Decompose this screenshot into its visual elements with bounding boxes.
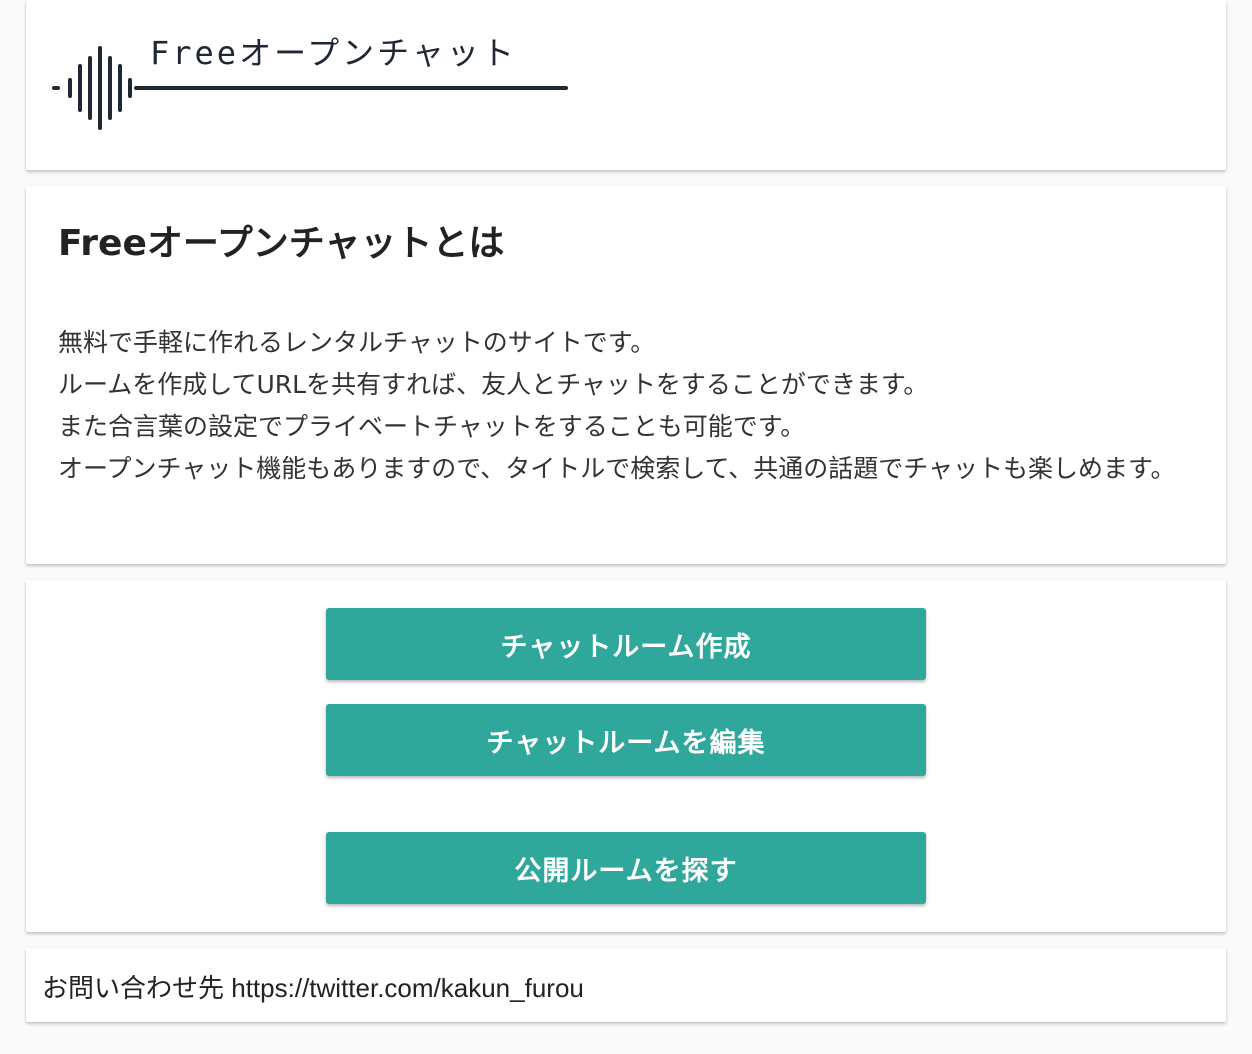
about-line: 無料で手軽に作れるレンタルチャットのサイトです。 (58, 328, 656, 357)
logo-text: Freeオープンチャット (150, 34, 517, 72)
create-chatroom-button[interactable]: チャットルーム作成 (326, 608, 926, 680)
about-card: Freeオープンチャットとは 無料で手軽に作れるレンタルチャットのサイトです。 … (26, 186, 1226, 564)
header-card: Freeオープンチャット (26, 0, 1226, 170)
edit-chatroom-button[interactable]: チャットルームを編集 (326, 704, 926, 776)
contact-link[interactable]: https://twitter.com/kakun_furou (231, 973, 584, 1003)
search-public-rooms-button[interactable]: 公開ルームを探す (326, 832, 926, 904)
about-line: オープンチャット機能もありますので、タイトルで検索して、共通の話題でチャットも楽… (58, 454, 1176, 483)
about-title: Freeオープンチャットとは (58, 223, 505, 264)
contact-label: お問い合わせ先 (42, 973, 225, 1003)
contact-info: お問い合わせ先 https://twitter.com/kakun_furou (42, 968, 584, 1005)
actions-card: チャットルーム作成 チャットルームを編集 公開ルームを探す (26, 580, 1226, 932)
about-line: ルームを作成してURLを共有すれば、友人とチャットをすることができます。 (58, 370, 929, 399)
about-line: また合言葉の設定でプライベートチャットをすることも可能です。 (58, 412, 806, 441)
about-description: 無料で手軽に作れるレンタルチャットのサイトです。 ルームを作成してURLを共有す… (58, 322, 1188, 490)
site-logo[interactable]: Freeオープンチャット (50, 34, 568, 136)
contact-card: お問い合わせ先 https://twitter.com/kakun_furou (26, 948, 1226, 1022)
